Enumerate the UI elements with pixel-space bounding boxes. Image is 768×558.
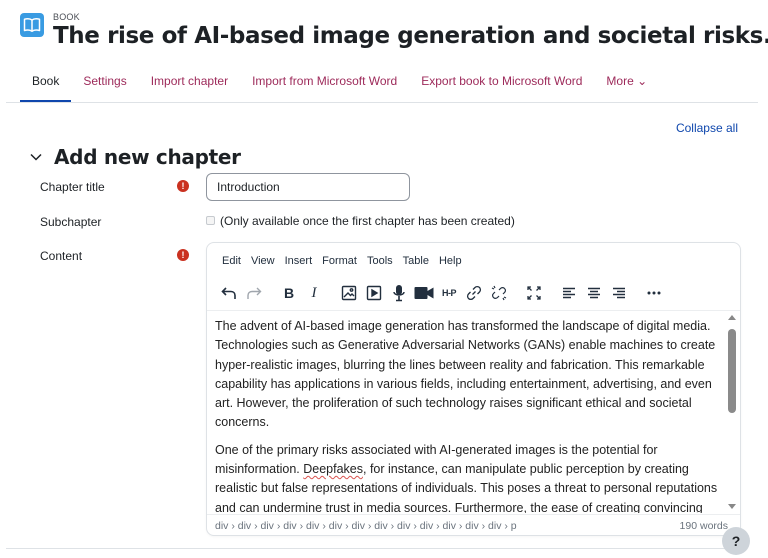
align-right-icon[interactable]: [607, 281, 631, 305]
section-header[interactable]: Add new chapter: [30, 145, 241, 169]
record-audio-icon[interactable]: [387, 281, 411, 305]
link-icon[interactable]: [462, 281, 486, 305]
menu-format[interactable]: Format: [317, 255, 362, 267]
chevron-down-icon[interactable]: [30, 150, 44, 164]
undo-icon[interactable]: [217, 281, 241, 305]
menu-tools[interactable]: Tools: [362, 255, 398, 267]
help-button[interactable]: ?: [722, 527, 750, 555]
subchapter-label: Subchapter: [40, 215, 102, 229]
tab-export-word[interactable]: Export book to Microsoft Word: [409, 72, 594, 102]
scroll-down-arrow-icon[interactable]: [728, 504, 736, 509]
bold-icon[interactable]: B: [277, 281, 301, 305]
menu-help[interactable]: Help: [434, 255, 467, 267]
module-label: BOOK: [53, 12, 80, 22]
scroll-up-arrow-icon[interactable]: [728, 315, 736, 320]
media-icon[interactable]: [362, 281, 386, 305]
align-left-icon[interactable]: [557, 281, 581, 305]
element-path[interactable]: div › div › div › div › div › div › div …: [215, 520, 517, 532]
align-center-icon[interactable]: [582, 281, 606, 305]
word-count[interactable]: 190 words: [680, 520, 728, 532]
menu-edit[interactable]: Edit: [217, 255, 246, 267]
page-title: The rise of AI-based image generation an…: [53, 23, 768, 49]
more-icon[interactable]: [642, 281, 666, 305]
editor-content[interactable]: The advent of AI-based image generation …: [207, 311, 740, 513]
editor-menubar: Edit View Insert Format Tools Table Help: [217, 255, 467, 267]
misspelled-word[interactable]: Deepfakes: [303, 462, 363, 476]
menu-table[interactable]: Table: [398, 255, 434, 267]
divider: [6, 548, 738, 549]
image-icon[interactable]: [337, 281, 361, 305]
section-title: Add new chapter: [54, 145, 241, 169]
menu-insert[interactable]: Insert: [280, 255, 318, 267]
tab-settings[interactable]: Settings: [71, 72, 138, 102]
chapter-title-input[interactable]: [206, 173, 410, 201]
chapter-title-label: Chapter title: [40, 180, 105, 194]
h5p-icon[interactable]: H-P: [437, 281, 461, 305]
record-video-icon[interactable]: [412, 281, 436, 305]
tabs-divider: [6, 102, 758, 103]
editor-toolbar: B I H-P: [217, 281, 667, 305]
subchapter-checkbox[interactable]: [206, 216, 215, 225]
editor-statusbar: div › div › div › div › div › div › div …: [207, 514, 740, 535]
tab-book[interactable]: Book: [20, 72, 72, 103]
tab-more[interactable]: More ⌄: [594, 72, 659, 102]
italic-icon[interactable]: I: [302, 281, 326, 305]
subchapter-note: (Only available once the first chapter h…: [220, 214, 515, 228]
content-paragraph[interactable]: One of the primary risks associated with…: [215, 441, 720, 513]
book-open-icon: [20, 13, 44, 37]
redo-icon[interactable]: [242, 281, 266, 305]
content-label: Content: [40, 249, 83, 263]
collapse-all-link[interactable]: Collapse all: [676, 121, 738, 135]
fullscreen-icon[interactable]: [522, 281, 546, 305]
required-icon: !: [177, 249, 189, 261]
menu-view[interactable]: View: [246, 255, 280, 267]
unlink-icon[interactable]: [487, 281, 511, 305]
secondary-nav: Book Settings Import chapter Import from…: [20, 72, 659, 103]
required-icon: !: [177, 180, 189, 192]
content-paragraph[interactable]: The advent of AI-based image generation …: [215, 317, 720, 433]
tab-import-chapter[interactable]: Import chapter: [139, 72, 240, 102]
tab-import-word[interactable]: Import from Microsoft Word: [240, 72, 409, 102]
scrollbar-thumb[interactable]: [728, 329, 736, 413]
rich-text-editor: Edit View Insert Format Tools Table Help…: [206, 242, 741, 536]
editor-scrollbar[interactable]: [726, 311, 738, 513]
